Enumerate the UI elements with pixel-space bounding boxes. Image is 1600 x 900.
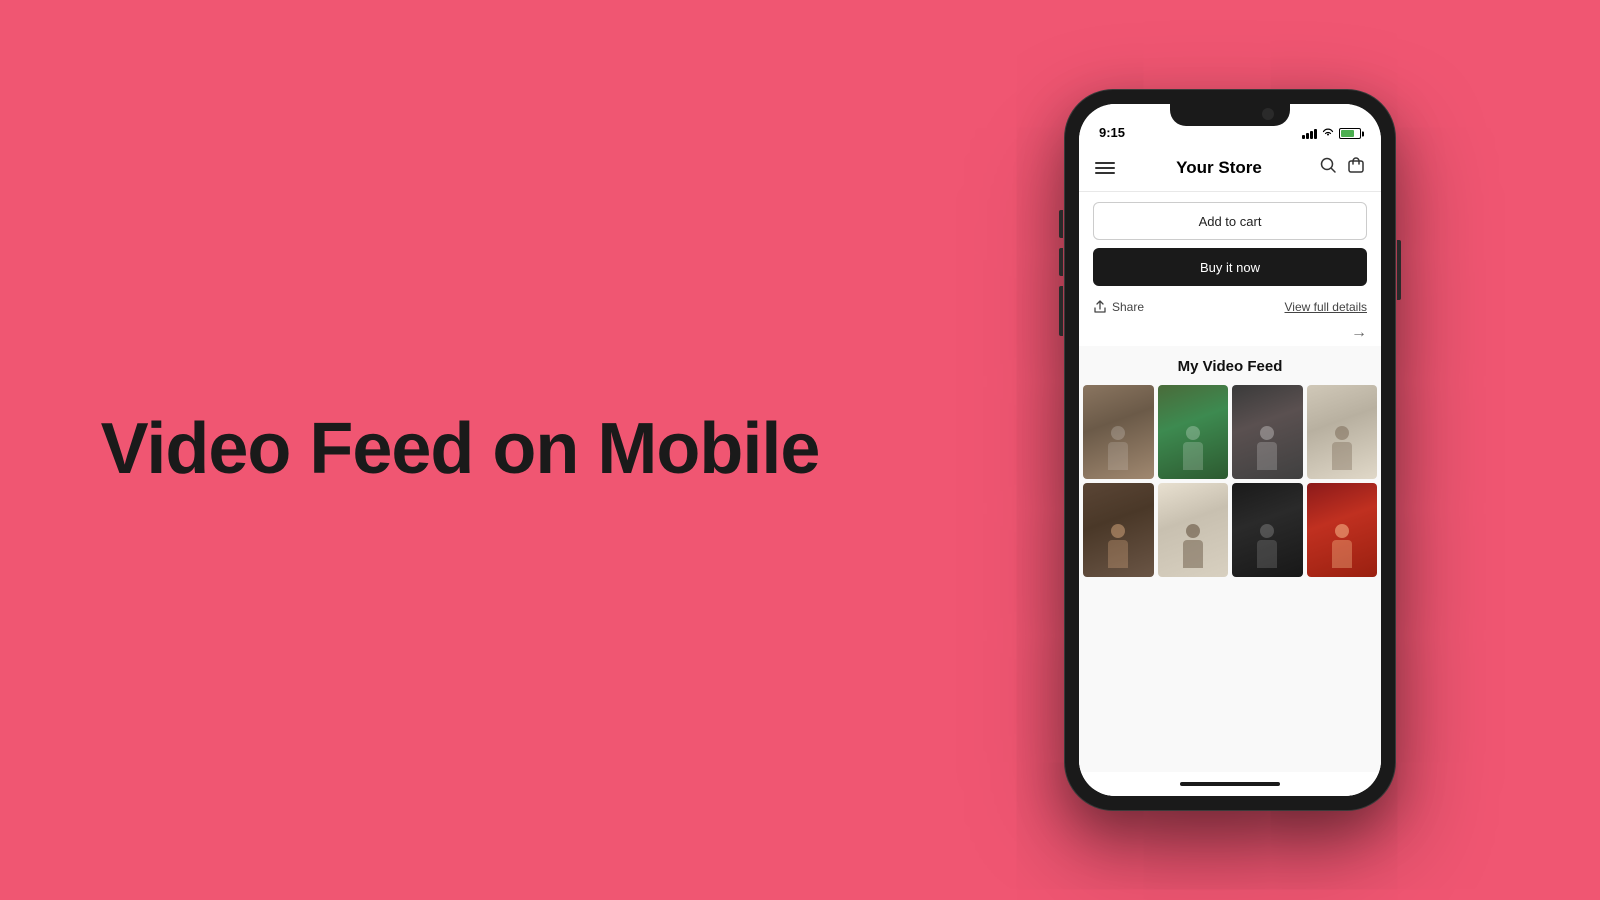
- person-head: [1335, 524, 1349, 538]
- person-head: [1186, 426, 1200, 440]
- left-section: Video Feed on Mobile: [0, 370, 920, 529]
- phone-buttons-right: [1397, 240, 1401, 300]
- signal-bar-2: [1306, 133, 1309, 139]
- video-thumbnail-2[interactable]: [1158, 385, 1229, 479]
- battery-icon: [1339, 128, 1361, 139]
- share-icon: [1093, 300, 1107, 314]
- view-full-details-link[interactable]: View full details: [1285, 300, 1368, 314]
- hamburger-line-1: [1095, 162, 1115, 164]
- thumb-inner-1: [1083, 385, 1154, 479]
- buy-now-button[interactable]: Buy it now: [1093, 248, 1367, 286]
- person-body: [1183, 442, 1203, 470]
- person-body: [1257, 442, 1277, 470]
- nav-bar: Your Store: [1079, 144, 1381, 192]
- video-thumbnail-7[interactable]: [1232, 483, 1303, 577]
- buttons-section: Add to cart Buy it now: [1079, 192, 1381, 294]
- right-section: 9:15: [920, 90, 1600, 810]
- screen-content: Add to cart Buy it now Share View full d…: [1079, 192, 1381, 796]
- share-button[interactable]: Share: [1093, 300, 1144, 314]
- right-arrow-icon[interactable]: →: [1351, 324, 1367, 342]
- thumb-inner-8: [1307, 483, 1378, 577]
- signal-bar-1: [1302, 135, 1305, 139]
- thumb-inner-4: [1307, 385, 1378, 479]
- video-thumbnail-1[interactable]: [1083, 385, 1154, 479]
- video-thumbnail-4[interactable]: [1307, 385, 1378, 479]
- person-silhouette-6: [1183, 524, 1203, 568]
- share-row: Share View full details: [1079, 294, 1381, 320]
- person-head: [1186, 524, 1200, 538]
- video-thumbnail-3[interactable]: [1232, 385, 1303, 479]
- hamburger-menu-icon[interactable]: [1095, 162, 1119, 174]
- person-body: [1332, 540, 1352, 568]
- person-silhouette-5: [1108, 524, 1128, 568]
- volume-up-button: [1059, 210, 1063, 238]
- arrow-row: →: [1079, 320, 1381, 346]
- thumb-inner-2: [1158, 385, 1229, 479]
- person-silhouette-3: [1257, 426, 1277, 470]
- home-bar: [1180, 782, 1280, 786]
- status-bar: 9:15: [1079, 104, 1381, 144]
- thumb-inner-3: [1232, 385, 1303, 479]
- person-head: [1335, 426, 1349, 440]
- person-body: [1257, 540, 1277, 568]
- video-grid: [1079, 385, 1381, 577]
- person-body: [1108, 442, 1128, 470]
- search-icon[interactable]: [1319, 156, 1337, 179]
- person-body: [1183, 540, 1203, 568]
- person-head: [1111, 426, 1125, 440]
- person-silhouette-1: [1108, 426, 1128, 470]
- add-to-cart-button[interactable]: Add to cart: [1093, 202, 1367, 240]
- video-thumbnail-5[interactable]: [1083, 483, 1154, 577]
- battery-fill: [1341, 130, 1354, 137]
- thumb-inner-6: [1158, 483, 1229, 577]
- status-icons: [1302, 127, 1361, 140]
- person-head: [1111, 524, 1125, 538]
- hero-title: Video Feed on Mobile: [101, 410, 820, 489]
- power-button: [1397, 240, 1401, 300]
- person-silhouette-4: [1332, 426, 1352, 470]
- store-title: Your Store: [1119, 158, 1319, 178]
- video-feed-title: My Video Feed: [1079, 346, 1381, 385]
- signal-bar-3: [1310, 131, 1313, 139]
- nav-icons: [1319, 156, 1365, 179]
- phone-buttons-left: [1059, 210, 1063, 336]
- person-head: [1260, 426, 1274, 440]
- hamburger-line-2: [1095, 167, 1115, 169]
- person-silhouette-7: [1257, 524, 1277, 568]
- hamburger-line-3: [1095, 172, 1115, 174]
- signal-bar-4: [1314, 129, 1317, 139]
- person-body: [1108, 540, 1128, 568]
- video-thumbnail-6[interactable]: [1158, 483, 1229, 577]
- person-silhouette-2: [1183, 426, 1203, 470]
- thumb-inner-5: [1083, 483, 1154, 577]
- phone-frame: 9:15: [1065, 90, 1395, 810]
- status-time: 9:15: [1099, 125, 1125, 140]
- signal-icon: [1302, 129, 1317, 139]
- share-label: Share: [1112, 300, 1144, 314]
- thumb-inner-7: [1232, 483, 1303, 577]
- person-silhouette-8: [1332, 524, 1352, 568]
- phone-screen: 9:15: [1079, 104, 1381, 796]
- home-indicator: [1079, 772, 1381, 796]
- video-thumbnail-8[interactable]: [1307, 483, 1378, 577]
- volume-down-button: [1059, 248, 1063, 276]
- video-feed-section: My Video Feed: [1079, 346, 1381, 772]
- wifi-icon: [1322, 127, 1334, 140]
- cart-icon[interactable]: [1347, 156, 1365, 179]
- person-body: [1332, 442, 1352, 470]
- silent-button: [1059, 286, 1063, 336]
- person-head: [1260, 524, 1274, 538]
